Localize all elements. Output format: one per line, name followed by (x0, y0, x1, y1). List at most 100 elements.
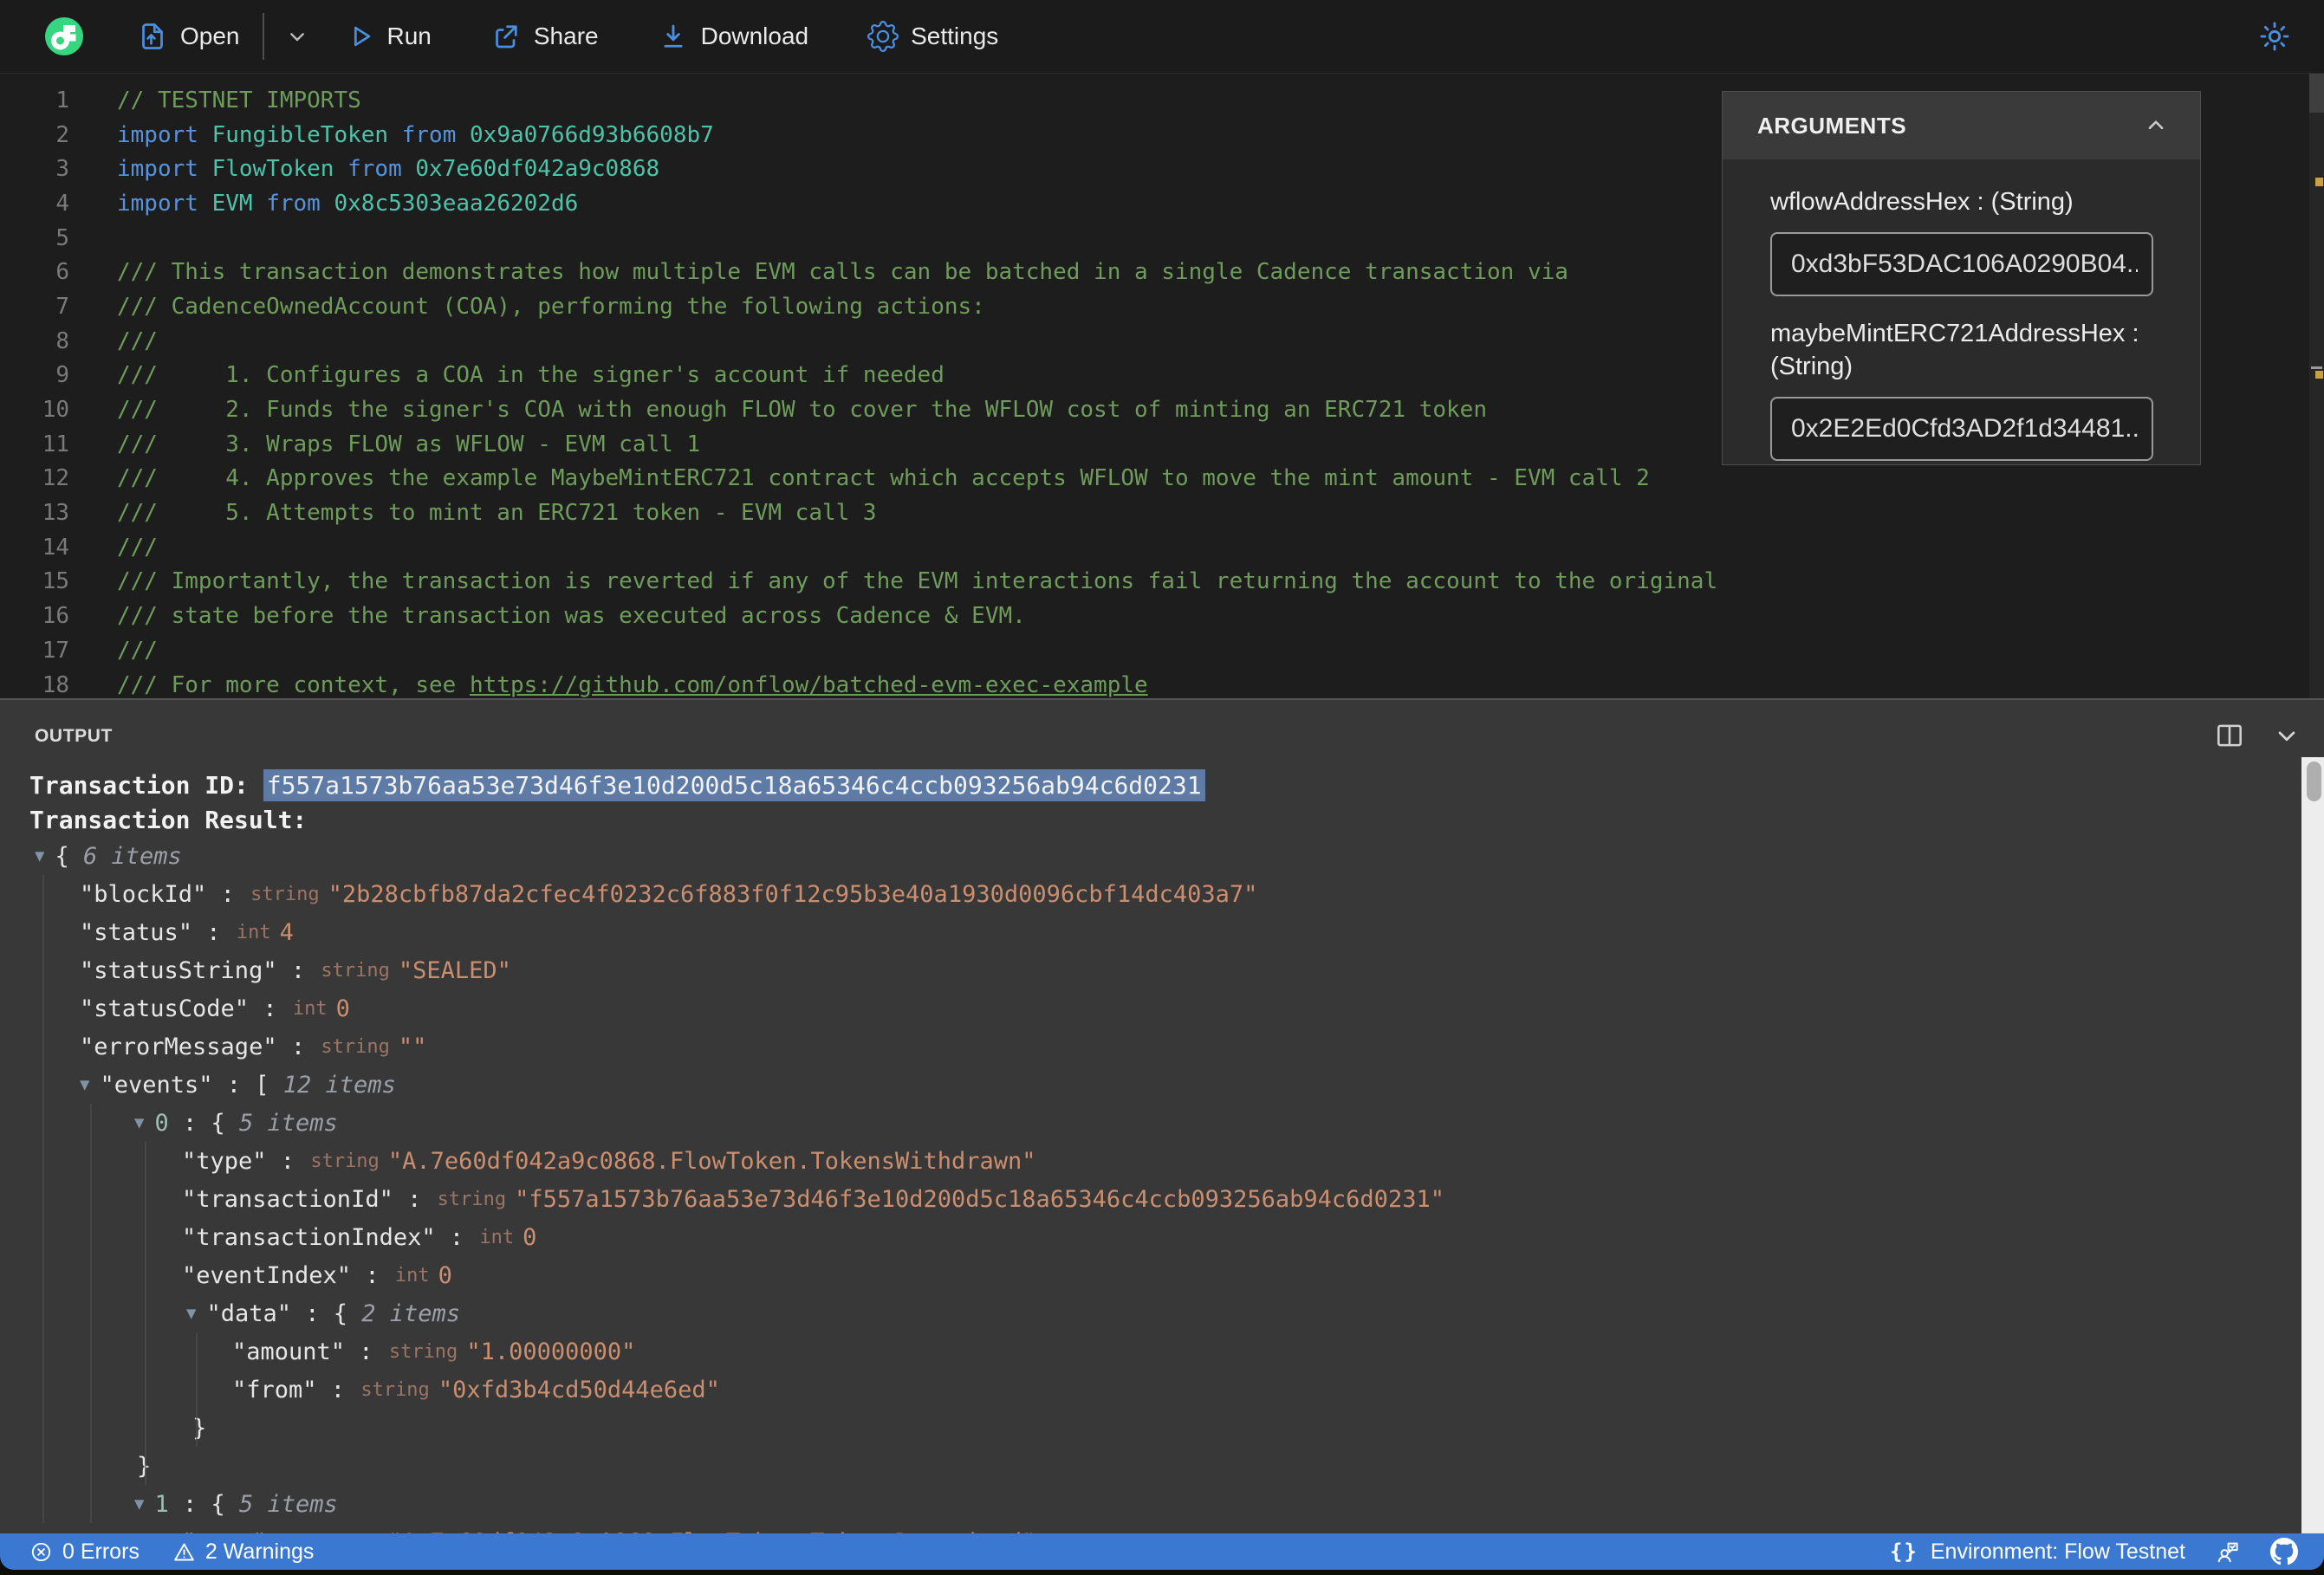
github-icon (2270, 1538, 2298, 1565)
json-k-segment: "status" (80, 918, 193, 946)
flow-logo[interactable] (45, 17, 83, 55)
code-token: import (117, 190, 212, 217)
output-title: OUTPUT (35, 726, 113, 746)
json-tree-row: ▼ "data" : { 2 items (0, 1294, 2301, 1332)
flow-logo-icon (51, 25, 76, 50)
chevron-up-icon[interactable] (2141, 111, 2171, 140)
line-number: 15 (42, 568, 69, 595)
line-number: 12 (42, 465, 69, 492)
json-tree-row: "amount" : string "1.00000000" (0, 1332, 2301, 1371)
sun-icon (2260, 22, 2289, 51)
json-t-segment: int (394, 1264, 430, 1287)
json-p-segment: : (266, 1147, 309, 1175)
json-p-segment: : { (168, 1490, 239, 1518)
code-line: 17 /// (0, 633, 2324, 668)
argument-input-maybeMintERC721AddressHex[interactable] (1770, 397, 2153, 461)
code-text: /// This transaction demonstrates how mu… (117, 259, 1568, 285)
json-s-segment: "A.7e60df042a9c0868.FlowToken.TokensWith… (387, 1147, 1036, 1175)
toolbar: Open Run Share Download Settings (0, 0, 2324, 74)
arguments-panel-header[interactable]: ARGUMENTS (1723, 92, 2200, 159)
json-i-segment: 6 items (82, 842, 182, 870)
json-t-segment: string (388, 1340, 458, 1363)
open-button[interactable]: Open (137, 21, 240, 52)
run-label: Run (386, 23, 432, 49)
code-text: import FungibleToken from 0x9a0766d93b66… (117, 122, 714, 148)
output-scrollbar-thumb[interactable] (2307, 762, 2321, 801)
code-token: 0x8c5303eaa26202d6 (334, 190, 579, 217)
json-p-segment: : (192, 918, 235, 946)
json-k-segment: "transactionIndex" (182, 1223, 436, 1251)
feedback-button[interactable] (2215, 1539, 2241, 1565)
json-k-segment: "errorMessage" (80, 1033, 277, 1060)
open-file-icon (142, 23, 163, 49)
share-label: Share (533, 23, 599, 49)
json-i-segment: 5 items (239, 1109, 338, 1137)
code-text: /// 3. Wraps FLOW as WFLOW - EVM call 1 (117, 431, 700, 457)
code-token: 0x7e60df042a9c0868 (415, 156, 660, 183)
editor-scrollbar-thumb[interactable] (2309, 74, 2324, 113)
open-dropdown-button[interactable] (283, 23, 311, 50)
theme-toggle-button[interactable] (2258, 20, 2291, 53)
split-panel-icon[interactable] (2213, 719, 2246, 752)
code-text: /// 2. Funds the signer's COA with enoug… (117, 397, 1487, 423)
argument-input-wflowAddressHex[interactable] (1770, 232, 2153, 296)
json-t-segment: string (321, 959, 390, 982)
settings-button[interactable]: Settings (867, 21, 998, 52)
run-button[interactable]: Run (346, 22, 432, 51)
environment-label: Environment: Flow Testnet (1930, 1539, 2185, 1564)
code-link[interactable]: https://github.com/onflow/batched-evm-ex… (470, 672, 1148, 698)
code-token: // TESTNET IMPORTS (117, 87, 361, 113)
code-text: /// CadenceOwnedAccount (COA), performin… (117, 294, 985, 320)
collapse-output-chevron-icon[interactable] (2270, 719, 2303, 752)
transaction-id-row: Transaction ID: f557a1573b76aa53e73d46f3… (29, 769, 1205, 801)
warning-triangle-icon (174, 1543, 194, 1560)
output-scrollbar[interactable] (2301, 757, 2324, 1535)
json-t-segment: string (360, 1378, 430, 1401)
code-line: 13 /// 5. Attempts to mint an ERC721 toke… (0, 496, 2324, 530)
download-button[interactable]: Download (658, 21, 808, 52)
json-tree-row: ▼ { 6 items (0, 837, 2301, 875)
code-line: 16 /// state before the transaction was e… (0, 599, 2324, 633)
json-tree-row: "errorMessage" : string "" (0, 1027, 2301, 1066)
collapse-arrow-icon[interactable]: ▼ (35, 846, 44, 865)
line-number: 10 (42, 397, 69, 424)
code-text: /// 5. Attempts to mint an ERC721 token … (117, 500, 877, 526)
collapse-arrow-icon[interactable]: ▼ (80, 1075, 89, 1094)
json-k-segment: "statusCode" (80, 995, 250, 1022)
code-token: import (117, 121, 212, 148)
json-i-segment: 2 items (361, 1300, 461, 1327)
output-panel: OUTPUT Transaction ID: f557a1573b76aa53e… (0, 698, 2324, 1535)
settings-label: Settings (911, 23, 999, 49)
indent-guide (90, 1104, 92, 1523)
flow-runner-window: Open Run Share Download Settings 1 // TE… (0, 0, 2324, 1570)
code-token: import (117, 156, 212, 183)
code-line: 15 /// Importantly, the transaction is re… (0, 565, 2324, 600)
json-tree-row: ▼ 1 : { 5 items (0, 1485, 2301, 1523)
code-token: from (347, 156, 416, 183)
line-number: 1 (55, 87, 69, 113)
github-link[interactable] (2270, 1538, 2298, 1565)
share-icon (496, 25, 517, 49)
environment-status[interactable]: {} Environment: Flow Testnet (1890, 1539, 2185, 1565)
code-token: 0x9a0766d93b6608b7 (470, 121, 714, 148)
code-line: 12 /// 4. Approves the example MaybeMintE… (0, 462, 2324, 496)
json-tree-row: "blockId" : string "2b28cbfb87da2cfec4f02… (0, 875, 2301, 913)
json-tree-row: "eventIndex" : int 0 (0, 1256, 2301, 1294)
arguments-panel-body: wflowAddressHex : (String) maybeMintERC7… (1723, 159, 2200, 461)
editor-scrollbar[interactable] (2309, 74, 2324, 698)
json-p-segment: : { (168, 1109, 239, 1137)
warnings-status[interactable]: 2 Warnings (172, 1539, 314, 1565)
code-token: from (266, 190, 334, 217)
json-p-segment: : (351, 1261, 393, 1289)
share-button[interactable]: Share (490, 21, 599, 52)
code-token: /// This transaction demonstrates how mu… (117, 259, 1568, 286)
json-tree-row: ▼ "events" : [ 12 items (0, 1066, 2301, 1104)
errors-status[interactable]: 0 Errors (29, 1539, 140, 1565)
collapse-arrow-icon[interactable]: ▼ (134, 1494, 144, 1513)
collapse-arrow-icon[interactable]: ▼ (186, 1304, 196, 1323)
json-p-segment: : (316, 1376, 360, 1403)
json-k-segment: "type" (182, 1147, 267, 1175)
code-token: /// (117, 327, 158, 354)
collapse-arrow-icon[interactable]: ▼ (134, 1113, 144, 1132)
argument-label-maybeMintERC721AddressHex: maybeMintERC721AddressHex : (String) (1770, 320, 2139, 380)
